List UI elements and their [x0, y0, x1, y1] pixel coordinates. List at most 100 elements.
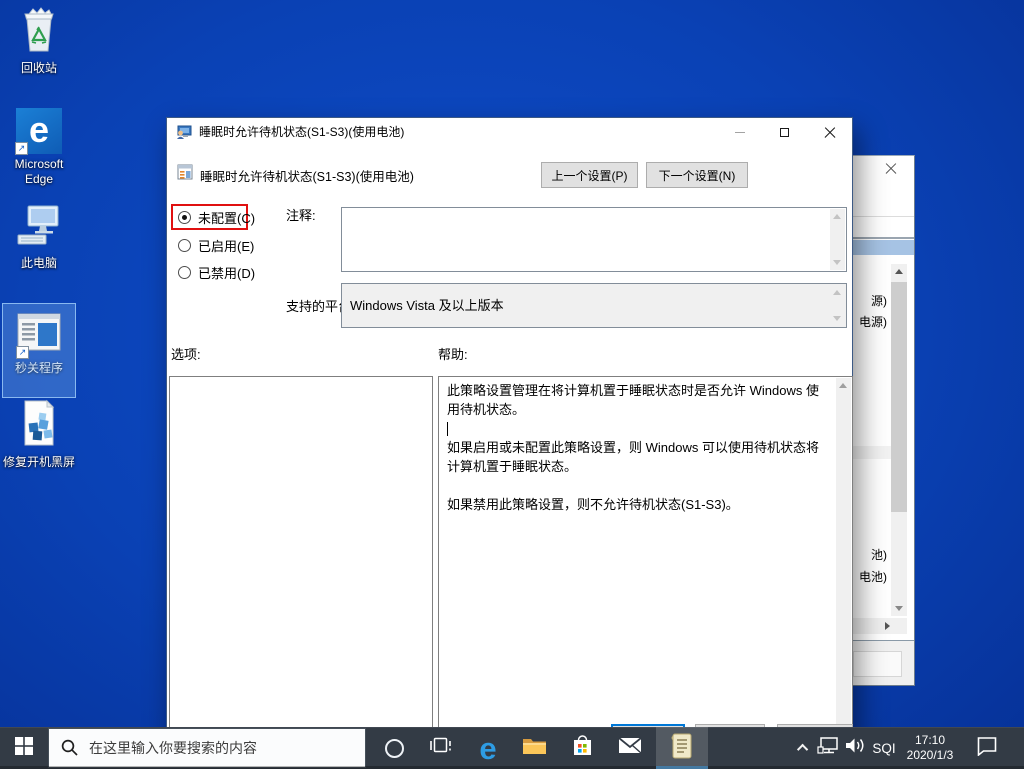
desktop-icon-label: Microsoft Edge	[0, 157, 78, 187]
taskbar: e	[0, 727, 1024, 769]
registry-file-icon	[19, 399, 59, 452]
scroll-up-icon[interactable]	[833, 214, 841, 219]
search-icon	[60, 738, 79, 757]
chevron-up-icon	[797, 744, 808, 755]
desktop-icon-label: 修复开机黑屏	[0, 455, 78, 470]
policy-item-fragment[interactable]: 源)	[871, 292, 887, 309]
comment-textarea[interactable]	[341, 207, 847, 272]
shortcut-arrow-icon: ↗	[16, 346, 29, 359]
policy-item-fragment[interactable]: 电池)	[859, 568, 887, 585]
radio-enabled[interactable]: 已启用(E)	[178, 237, 254, 253]
scroll-up-icon[interactable]	[833, 290, 841, 295]
scroll-document-icon	[670, 732, 694, 765]
start-button[interactable]	[0, 727, 48, 769]
row-band	[853, 446, 891, 459]
options-label: 选项:	[171, 344, 201, 363]
desktop-icon-registry-fix[interactable]: 修复开机黑屏	[0, 402, 78, 470]
supported-platform-box[interactable]: Windows Vista 及以上版本	[341, 283, 847, 328]
tray-date: 2020/1/3	[907, 748, 954, 763]
horizontal-scrollbar[interactable]	[853, 618, 907, 634]
edge-icon: e ↗	[16, 108, 62, 154]
notification-icon	[976, 736, 998, 761]
previous-setting-button[interactable]: 上一个设置(P)	[541, 162, 638, 188]
scroll-up-icon[interactable]	[839, 383, 847, 388]
policy-item-fragment[interactable]: 电源)	[859, 313, 887, 330]
desktop-icon-recycle-bin[interactable]: 回收站	[0, 8, 78, 76]
options-panel[interactable]	[169, 376, 433, 741]
scroll-up-icon[interactable]	[895, 269, 903, 274]
radio-not-configured[interactable]: 未配置(C)	[178, 209, 255, 225]
vertical-scrollbar[interactable]	[891, 264, 907, 616]
minimize-button[interactable]	[717, 118, 762, 147]
scroll-down-icon[interactable]	[833, 260, 841, 265]
policy-name: 睡眠时允许待机状态(S1-S3)(使用电池)	[200, 166, 414, 185]
windows-logo-icon	[15, 737, 33, 760]
clock[interactable]: 17:10 2020/1/3	[900, 727, 960, 769]
text-caret	[447, 422, 448, 436]
textarea-scrollbar[interactable]	[830, 285, 845, 326]
help-paragraph: 如果禁用此策略设置，则不允许待机状态(S1-S3)。	[447, 495, 830, 514]
desktop-icon-edge[interactable]: e ↗ Microsoft Edge	[0, 104, 78, 187]
help-scrollbar[interactable]	[836, 378, 851, 739]
policy-setting-dialog: 睡眠时允许待机状态(S1-S3)(使用电池) 睡眠时允许待机状态(S1-S3)(…	[166, 117, 853, 757]
radio-icon[interactable]	[178, 211, 191, 224]
network-icon	[817, 736, 841, 760]
dialog-title: 睡眠时允许待机状态(S1-S3)(使用电池)	[199, 118, 404, 147]
network-tray-button[interactable]	[816, 727, 842, 769]
selected-row-highlight	[853, 240, 914, 255]
close-button[interactable]	[807, 118, 852, 147]
search-input[interactable]	[48, 728, 366, 768]
edge-icon: e	[479, 733, 496, 764]
recycle-bin-icon	[19, 7, 59, 58]
taskbar-search[interactable]	[48, 728, 366, 768]
task-view-icon	[429, 737, 452, 759]
scroll-down-icon[interactable]	[833, 316, 841, 321]
close-icon[interactable]	[885, 163, 901, 179]
divider	[853, 216, 914, 217]
next-setting-button[interactable]: 下一个设置(N)	[646, 162, 748, 188]
radio-icon[interactable]	[178, 266, 191, 279]
gpedit-shortcut-icon: ↗	[17, 313, 61, 358]
mail-button[interactable]	[608, 727, 652, 769]
scrollbar-thumb[interactable]	[891, 282, 907, 512]
dialog-body: 睡眠时允许待机状态(S1-S3)(使用电池) 上一个设置(P) 下一个设置(N)…	[167, 147, 852, 756]
task-view-button[interactable]	[418, 727, 462, 769]
dialog-titlebar[interactable]: 睡眠时允许待机状态(S1-S3)(使用电池)	[167, 118, 852, 147]
file-explorer-button[interactable]	[512, 727, 556, 769]
radio-label: 已启用(E)	[198, 236, 254, 255]
desktop-icon-gpedit-shortcut[interactable]: ↗ 秒关程序	[0, 308, 78, 376]
ime-indicator[interactable]: SQI	[868, 727, 900, 769]
scroll-down-icon[interactable]	[895, 606, 903, 611]
textarea-scrollbar[interactable]	[830, 209, 845, 270]
radio-disabled[interactable]: 已禁用(D)	[178, 264, 255, 280]
edge-taskbar-button[interactable]: e	[466, 727, 510, 769]
tray-time: 17:10	[915, 733, 945, 748]
scroll-right-icon[interactable]	[885, 622, 890, 630]
microsoft-store-button[interactable]	[560, 727, 604, 769]
policy-item-fragment[interactable]: 池)	[871, 546, 887, 563]
cortana-icon	[385, 739, 404, 758]
tray-expand-button[interactable]	[793, 727, 815, 769]
speaker-icon	[844, 737, 866, 759]
maximize-button[interactable]	[762, 118, 807, 147]
help-label: 帮助:	[438, 344, 468, 363]
group-policy-editor-window[interactable]: 源) 电源) 池) 电池)	[853, 155, 915, 686]
volume-tray-button[interactable]	[842, 727, 868, 769]
help-paragraph: 如果启用或未配置此策略设置，则 Windows 可以使用待机状态将计算机置于睡眠…	[447, 438, 830, 476]
cortana-button[interactable]	[372, 727, 416, 769]
tab-strip-fragment	[853, 651, 902, 677]
action-center-button[interactable]	[970, 727, 1004, 769]
radio-icon[interactable]	[178, 239, 191, 252]
mail-icon	[618, 737, 642, 759]
this-pc-icon	[16, 204, 62, 253]
status-panel	[853, 641, 914, 685]
dialog-title-icon	[176, 124, 192, 145]
radio-label: 已禁用(D)	[198, 263, 255, 282]
desktop-icon-this-pc[interactable]: 此电脑	[0, 203, 78, 271]
gpedit-taskbar-button[interactable]	[656, 727, 708, 769]
help-paragraph: 此策略设置管理在将计算机置于睡眠状态时是否允许 Windows 使用待机状态。	[447, 381, 830, 419]
comment-label: 注释:	[286, 205, 316, 224]
help-panel[interactable]: 此策略设置管理在将计算机置于睡眠状态时是否允许 Windows 使用待机状态。 …	[438, 376, 853, 741]
radio-label: 未配置(C)	[198, 208, 255, 227]
desktop-icon-label: 此电脑	[0, 256, 78, 271]
